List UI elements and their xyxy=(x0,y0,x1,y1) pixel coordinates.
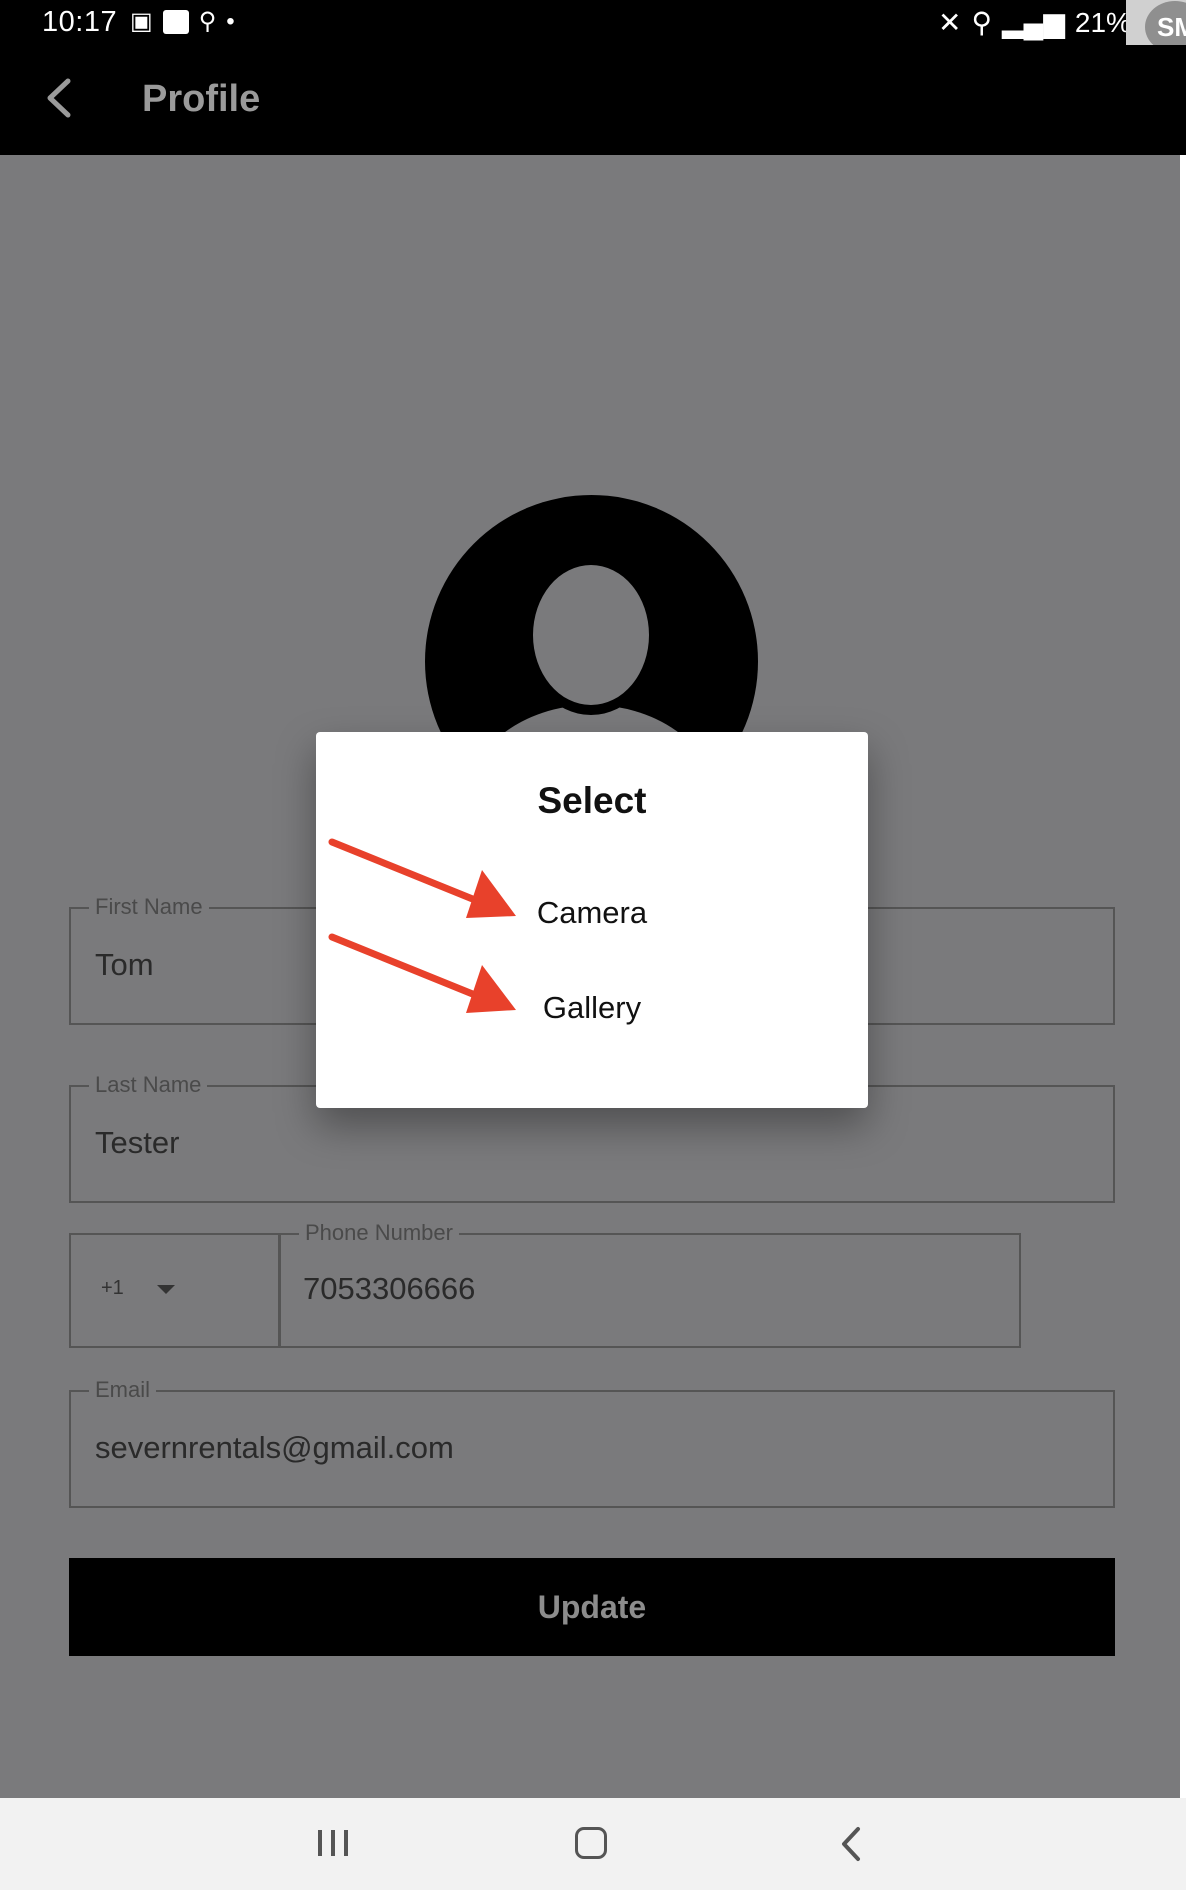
status-icons-left: ▣ ⚲ • xyxy=(130,8,235,36)
recent-apps-icon[interactable] xyxy=(316,1828,350,1858)
home-icon[interactable] xyxy=(575,1827,607,1859)
page-title: Profile xyxy=(142,78,261,120)
phone-number-value: 7053306666 xyxy=(303,1271,476,1306)
system-nav-bar xyxy=(0,1798,1186,1890)
screen: 10:17 ▣ ⚲ • ✕ ⚲ ▂▄▆ 21% SM Profile First… xyxy=(0,0,1186,1890)
dialog-title: Select xyxy=(537,780,647,821)
status-time: 10:17 xyxy=(42,6,118,38)
phone-number-field[interactable]: Phone Number 7053306666 xyxy=(279,1221,1021,1348)
camera-arrow-head xyxy=(466,870,516,918)
mute-icon: ✕ xyxy=(938,7,962,38)
annotation-arrows xyxy=(328,838,516,1013)
gallery-notification-icon: ▣ xyxy=(130,8,153,35)
email-label: Email xyxy=(89,1378,157,1402)
right-edge xyxy=(1180,155,1186,1798)
last-name-label: Last Name xyxy=(89,1073,208,1097)
signal-icon: ▂▄▆ xyxy=(1001,7,1065,38)
location-icon: ⚲ xyxy=(198,8,217,35)
location-status-icon: ⚲ xyxy=(971,7,992,38)
dot-icon: • xyxy=(226,8,235,35)
gallery-arrow-line xyxy=(328,933,484,1001)
first-name-value: Tom xyxy=(95,947,154,982)
gallery-arrow-head xyxy=(466,965,516,1013)
notification-square-icon xyxy=(162,10,189,34)
back-arrow-icon[interactable] xyxy=(36,73,86,123)
battery-percentage: 21% xyxy=(1074,6,1131,38)
dropdown-caret-icon xyxy=(157,1285,175,1294)
camera-arrow-line xyxy=(328,838,484,906)
phone-number-label: Phone Number xyxy=(299,1221,459,1245)
email-field[interactable]: Email severnrentals@gmail.com xyxy=(69,1378,1115,1508)
avatar-head-shape xyxy=(523,555,659,715)
country-code-value: +1 xyxy=(101,1277,124,1299)
country-code-select[interactable]: +1 xyxy=(69,1233,280,1348)
app-bar: Profile xyxy=(0,45,1186,155)
email-value: severnrentals@gmail.com xyxy=(95,1430,454,1465)
status-right: ✕ ⚲ ▂▄▆ 21% xyxy=(938,6,1131,39)
back-icon[interactable] xyxy=(838,1826,864,1862)
update-button[interactable]: Update xyxy=(69,1558,1115,1656)
status-bar: 10:17 ▣ ⚲ • ✕ ⚲ ▂▄▆ 21% xyxy=(0,0,1186,45)
last-name-value: Tester xyxy=(95,1125,180,1160)
first-name-label: First Name xyxy=(89,895,209,919)
